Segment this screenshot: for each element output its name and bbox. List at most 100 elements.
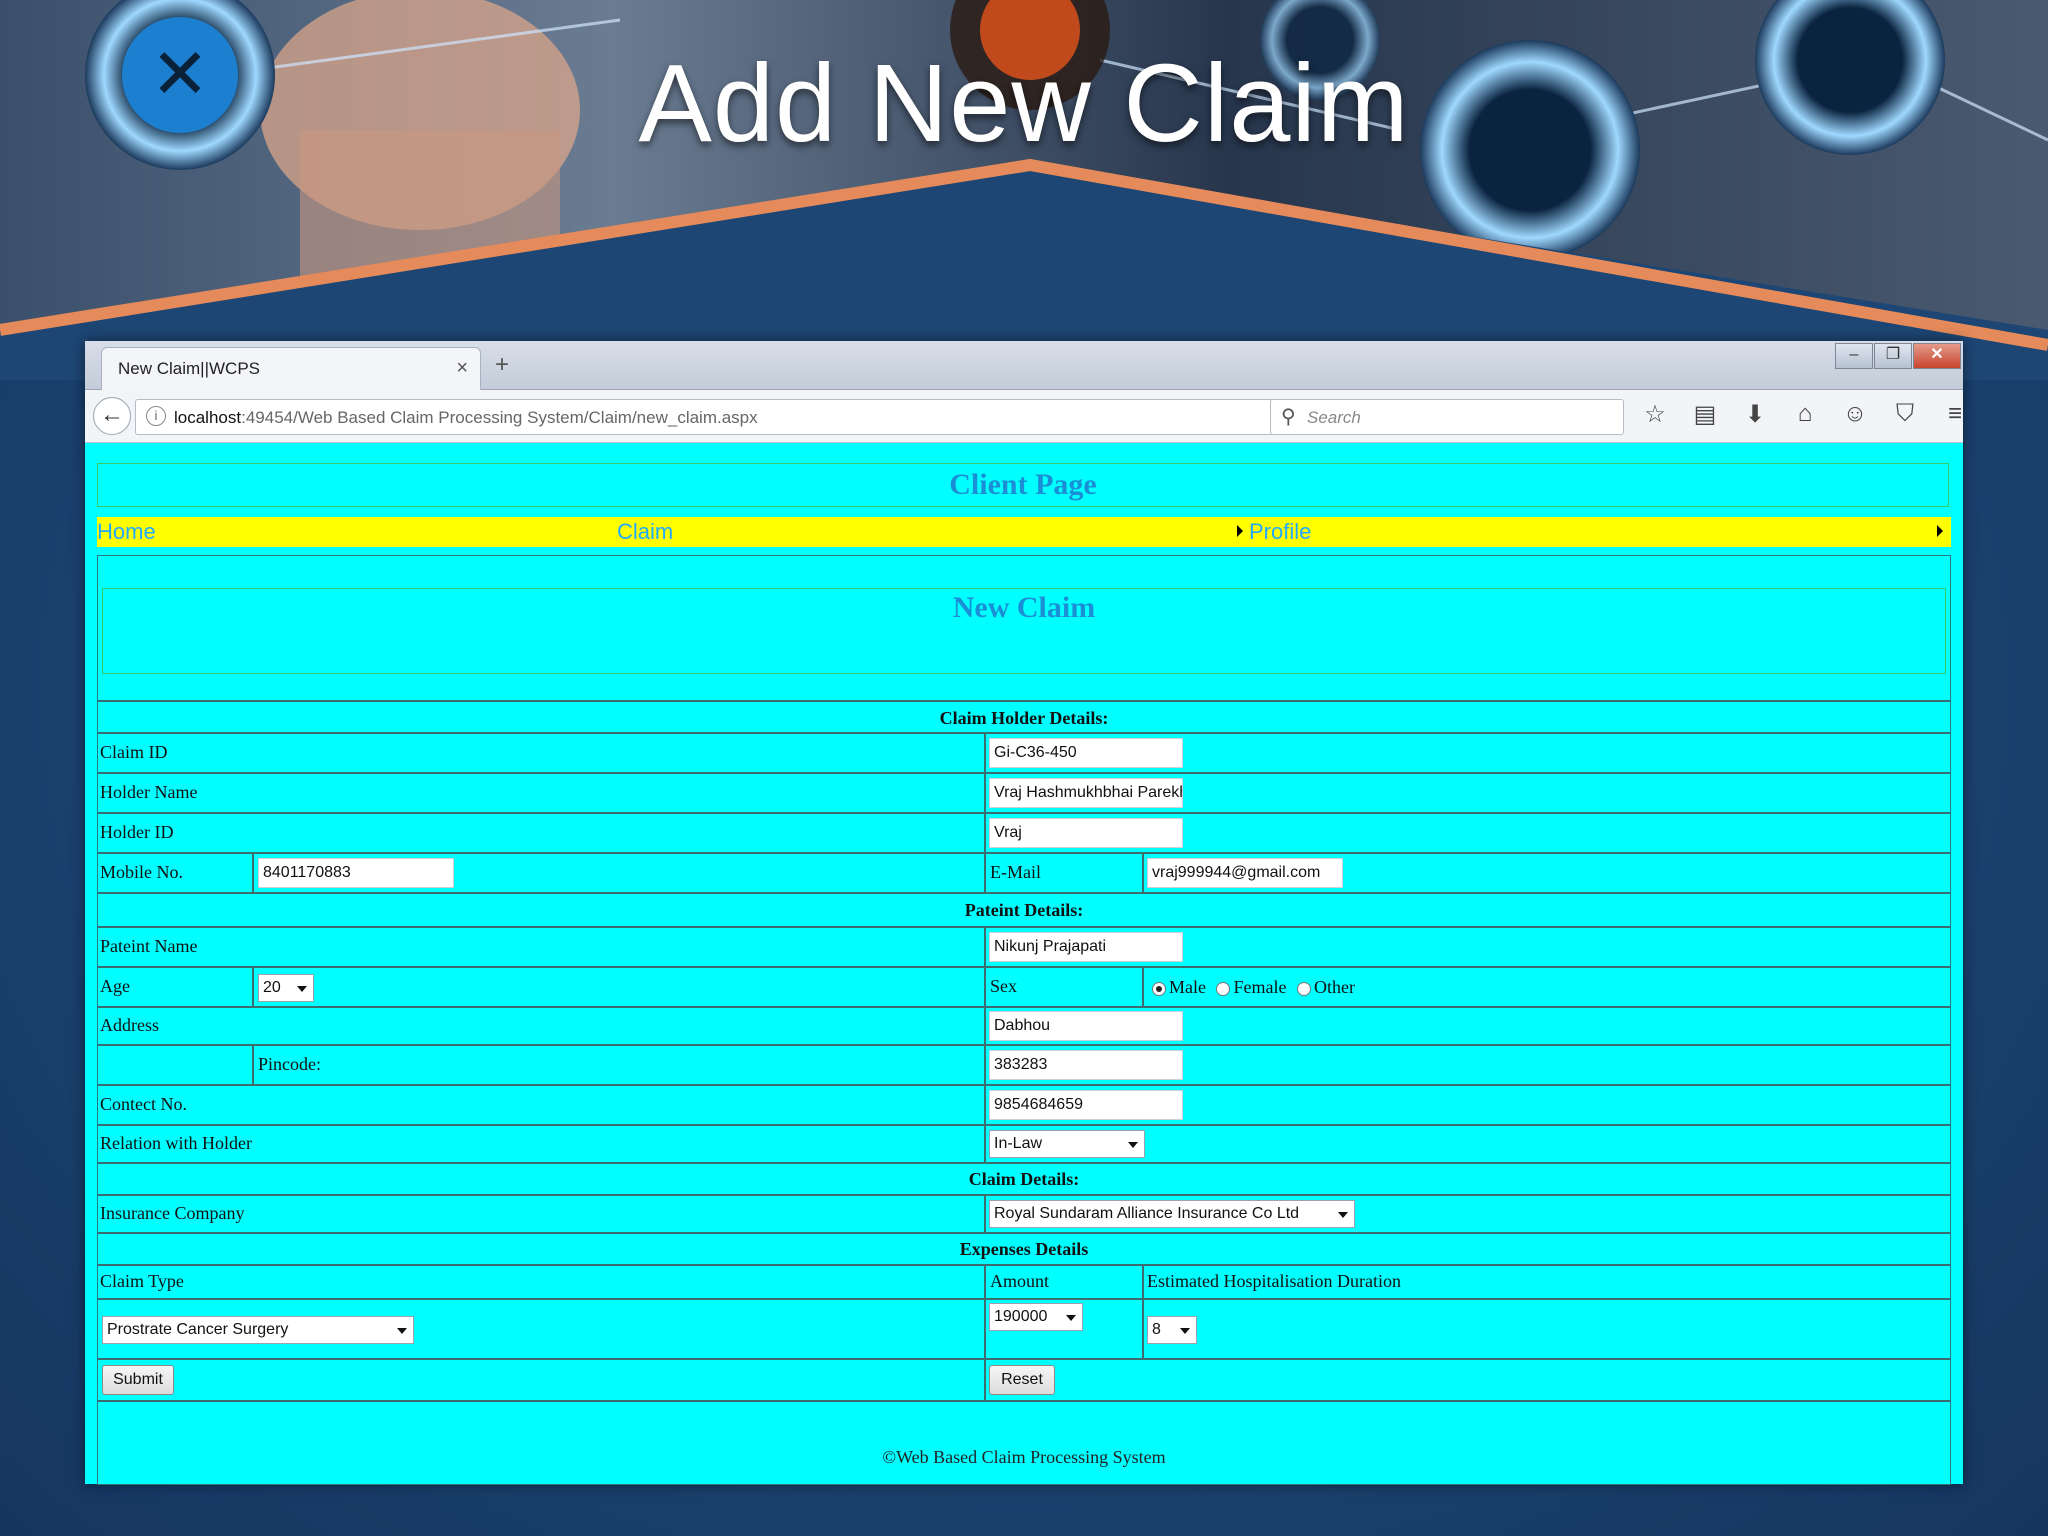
form-row: Age 20 Sex Male Female Other (98, 968, 1950, 1008)
submit-button[interactable]: Submit (102, 1365, 174, 1395)
holder-id-field[interactable]: Vraj (989, 818, 1183, 848)
menu-icon[interactable]: ≡ (1930, 400, 1980, 429)
info-icon[interactable]: i (146, 406, 166, 426)
section-row: Claim Details: (98, 1164, 1950, 1196)
pocket-icon[interactable]: ⛉ (1880, 400, 1930, 429)
search-input[interactable]: ⚲ Search (1270, 399, 1624, 435)
client-page-title: Client Page (949, 468, 1097, 501)
form-row: Address Dabhou (98, 1008, 1950, 1046)
menu-profile[interactable]: Profile (1249, 519, 1311, 545)
new-claim-title: New Claim (952, 591, 1096, 624)
window-close-button[interactable]: ✕ (1913, 343, 1961, 369)
form-row: Holder Name Vraj Hashmukhbhai Parekh (98, 774, 1950, 814)
chevron-down-icon (1128, 1142, 1138, 1148)
chat-icon[interactable]: ☺ (1830, 400, 1880, 429)
back-arrow-icon[interactable]: ← (93, 397, 131, 435)
mobile-field[interactable]: 8401170883 (258, 858, 454, 888)
tab-bar: New Claim||WCPS × + ‒ ❐ ✕ (85, 341, 1963, 390)
section-patient: Pateint Details: (964, 900, 1084, 920)
label-holder-name: Holder Name (100, 782, 198, 802)
new-claim-header: New Claim (102, 588, 1946, 674)
section-claim: Claim Details: (968, 1169, 1080, 1189)
button-row: Submit Reset (98, 1360, 1950, 1402)
new-tab-button[interactable]: + (495, 351, 509, 379)
duration-value: 8 (1152, 1321, 1161, 1338)
label-pincode: Pincode: (258, 1054, 321, 1074)
navigation-bar: ← i localhost:49454/Web Based Claim Proc… (85, 390, 1963, 443)
menu-home[interactable]: Home (97, 519, 156, 545)
label-mobile: Mobile No. (100, 862, 183, 882)
chevron-down-icon (1180, 1328, 1190, 1334)
label-insurance-company: Insurance Company (100, 1203, 245, 1223)
menu-claim[interactable]: Claim (617, 519, 673, 545)
form-row: Prostrate Cancer Surgery 190000 8 (98, 1300, 1950, 1360)
reading-list-icon[interactable]: ▤ (1680, 400, 1730, 429)
section-holder: Claim Holder Details: (939, 708, 1109, 728)
label-email: E-Mail (990, 862, 1041, 882)
claim-type-select[interactable]: Prostrate Cancer Surgery (102, 1316, 414, 1344)
form-row: Claim Type Amount Estimated Hospitalisat… (98, 1266, 1950, 1300)
label-holder-id: Holder ID (100, 822, 174, 842)
contact-field[interactable]: 9854684659 (989, 1090, 1183, 1120)
window-controls: ‒ ❐ ✕ (1834, 343, 1961, 369)
sex-option-female: Female (1233, 977, 1287, 997)
sex-option-other: Other (1313, 977, 1355, 997)
label-claim-type: Claim Type (100, 1271, 184, 1291)
insurance-company-select[interactable]: Royal Sundaram Alliance Insurance Co Ltd (989, 1200, 1355, 1228)
label-duration: Estimated Hospitalisation Duration (1147, 1271, 1401, 1291)
holder-name-field[interactable]: Vraj Hashmukhbhai Parekh (989, 778, 1183, 808)
section-row: Pateint Details: (98, 894, 1950, 928)
chevron-down-icon (297, 986, 307, 992)
section-row: Expenses Details (98, 1234, 1950, 1266)
claim-type-value: Prostrate Cancer Surgery (107, 1321, 289, 1338)
toolbar-icons: ☆ ▤ ⬇ ⌂ ☺ ⛉ ≡ (1630, 400, 1980, 429)
label-age: Age (100, 976, 130, 996)
bookmark-star-icon[interactable]: ☆ (1630, 400, 1680, 429)
address-field[interactable]: Dabhou (989, 1011, 1183, 1041)
browser-tab[interactable]: New Claim||WCPS × (101, 347, 481, 390)
relation-select[interactable]: In-Law (989, 1130, 1145, 1158)
form-row: Holder ID Vraj (98, 814, 1950, 854)
insurance-company-value: Royal Sundaram Alliance Insurance Co Ltd (994, 1205, 1300, 1222)
restore-button[interactable]: ❐ (1874, 343, 1912, 369)
pincode-field[interactable]: 383283 (989, 1050, 1183, 1080)
browser-window: New Claim||WCPS × + ‒ ❐ ✕ ← i localhost:… (85, 341, 1963, 1485)
age-select[interactable]: 20 (258, 974, 314, 1002)
home-icon[interactable]: ⌂ (1780, 400, 1830, 429)
sex-radio-group: Male Female Other (1144, 968, 1357, 1006)
form-row: Relation with Holder In-Law (98, 1126, 1950, 1164)
label-contact: Contect No. (100, 1094, 187, 1114)
tab-title: New Claim||WCPS (118, 359, 261, 378)
claim-form: Claim Holder Details: Claim ID Gi-C36-45… (98, 700, 1950, 1402)
amount-value: 190000 (994, 1308, 1048, 1325)
duration-select[interactable]: 8 (1147, 1316, 1197, 1344)
label-address: Address (100, 1015, 159, 1035)
content-area: New Claim Claim Holder Details: Claim ID… (97, 555, 1951, 1485)
tab-close-icon[interactable]: × (456, 357, 468, 380)
url-path: :49454/Web Based Claim Processing System… (241, 408, 758, 427)
label-amount: Amount (990, 1271, 1050, 1291)
label-sex: Sex (990, 976, 1017, 996)
email-field[interactable]: vraj999944@gmail.com (1147, 858, 1343, 888)
search-placeholder: Search (1307, 408, 1361, 427)
radio-other[interactable] (1296, 981, 1311, 996)
section-row: Claim Holder Details: (98, 700, 1950, 734)
radio-male[interactable] (1152, 981, 1166, 996)
minimize-button[interactable]: ‒ (1835, 343, 1873, 369)
amount-select[interactable]: 190000 (989, 1303, 1083, 1331)
url-text: localhost:49454/Web Based Claim Processi… (174, 408, 758, 428)
patient-name-field[interactable]: Nikunj Prajapati (989, 932, 1183, 962)
label-relation: Relation with Holder (100, 1133, 252, 1153)
claim-id-field[interactable]: Gi-C36-450 (989, 738, 1183, 768)
url-host: localhost (174, 408, 242, 427)
profile-submenu-arrow-icon (1937, 525, 1943, 537)
web-page: Client Page Home Claim Profile New Claim… (85, 443, 1963, 1485)
search-icon: ⚲ (1281, 406, 1296, 428)
form-row: Insurance Company Royal Sundaram Allianc… (98, 1196, 1950, 1234)
download-icon[interactable]: ⬇ (1730, 400, 1780, 429)
form-row: Pincode: 383283 (98, 1046, 1950, 1086)
address-bar[interactable]: i localhost:49454/Web Based Claim Proces… (135, 399, 1345, 435)
age-value: 20 (263, 979, 281, 996)
radio-female[interactable] (1216, 981, 1231, 996)
reset-button[interactable]: Reset (989, 1365, 1055, 1395)
